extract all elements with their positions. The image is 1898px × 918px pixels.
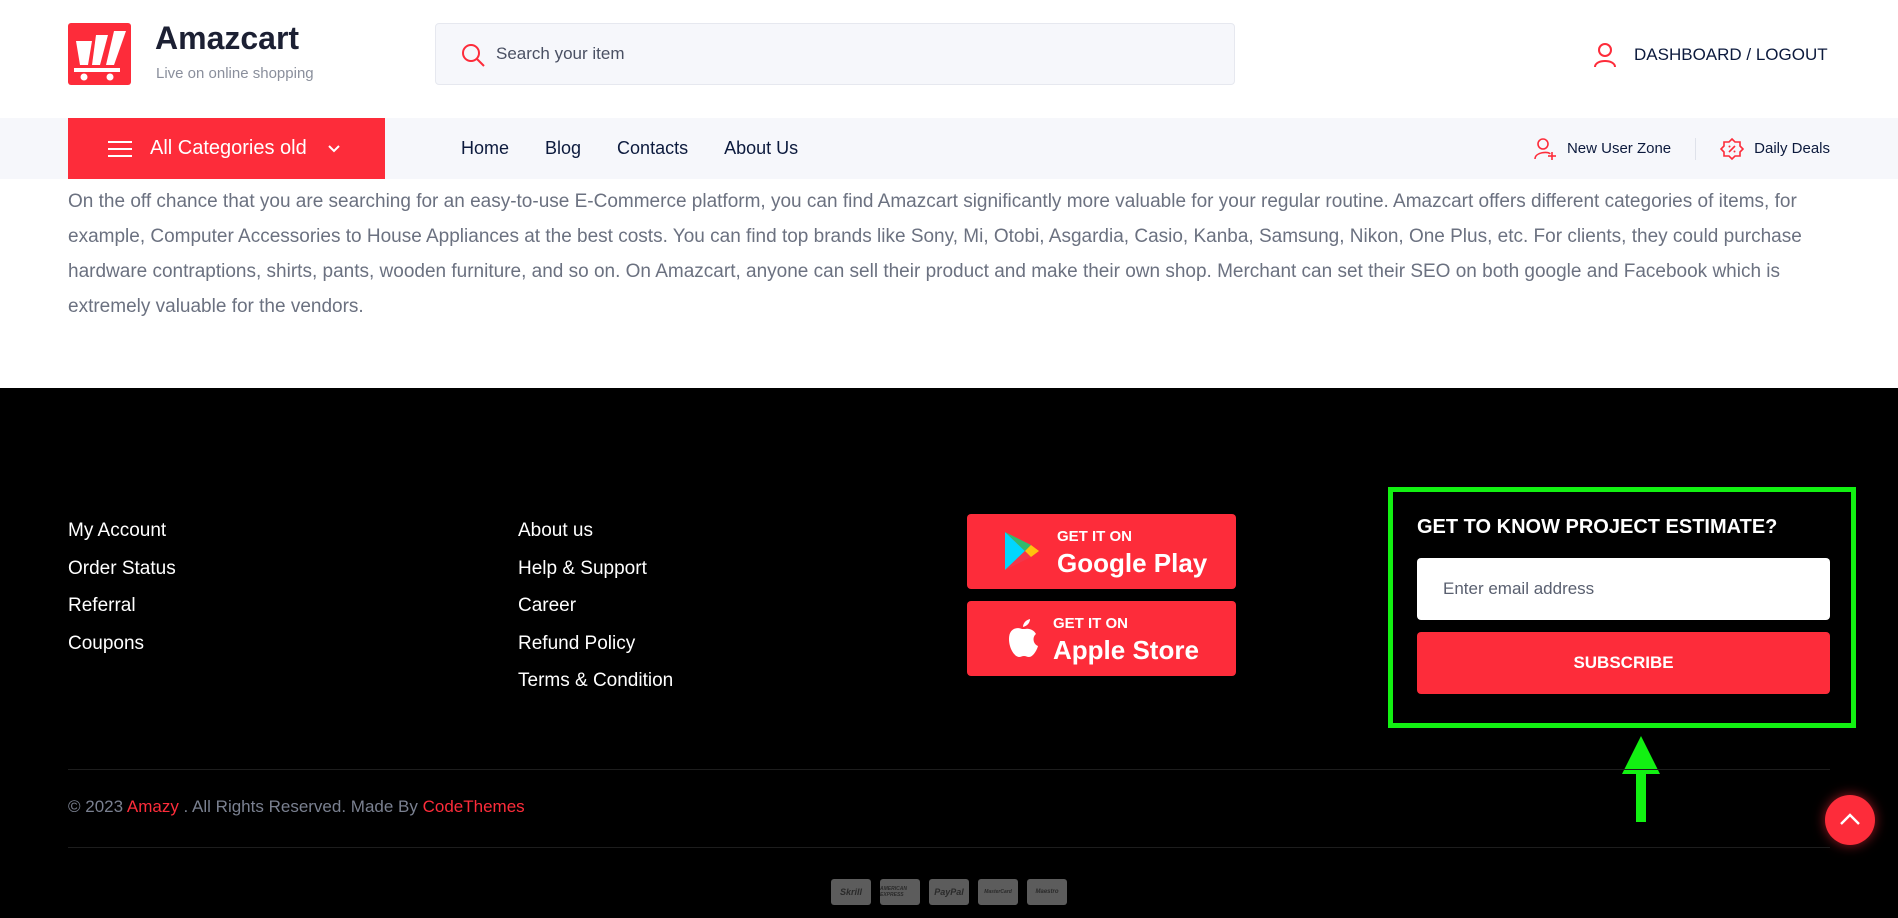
estimate-title: GET TO KNOW PROJECT ESTIMATE? <box>1417 516 1778 538</box>
google-play-small: GET IT ON <box>1057 528 1132 545</box>
footer-link-referral[interactable]: Referral <box>68 593 176 631</box>
nav-link-blog[interactable]: Blog <box>545 138 581 159</box>
nav-link-about-us[interactable]: About Us <box>724 138 798 159</box>
search-input[interactable] <box>496 24 1216 84</box>
chevron-down-icon <box>328 144 340 152</box>
menu-icon <box>108 140 132 157</box>
search-icon[interactable] <box>460 42 486 68</box>
google-play-big: Google Play <box>1057 548 1208 578</box>
nav-link-home[interactable]: Home <box>461 138 509 159</box>
payment-methods: Skrill AMERICAN EXPRESS PayPal MasterCar… <box>831 879 1076 905</box>
amex-logo: AMERICAN EXPRESS <box>880 879 920 905</box>
google-play-button[interactable]: GET IT ON Google Play <box>967 514 1236 589</box>
new-user-zone-link[interactable]: New User Zone <box>1533 137 1671 161</box>
arrow-up-icon <box>1622 736 1660 822</box>
footer-link-refund-policy[interactable]: Refund Policy <box>518 631 673 669</box>
google-play-icon <box>1005 532 1039 570</box>
mastercard-logo: MasterCard <box>978 879 1018 905</box>
maestro-logo: Maestro <box>1027 879 1067 905</box>
apple-icon <box>1009 619 1038 657</box>
footer-links-account: My Account Order Status Referral Coupons <box>68 518 176 668</box>
copyright-brand-link[interactable]: Amazy <box>127 797 179 816</box>
new-user-zone-label[interactable]: New User Zone <box>1567 140 1671 157</box>
footer-link-order-status[interactable]: Order Status <box>68 556 176 594</box>
skrill-logo: Skrill <box>831 879 871 905</box>
about-paragraph: On the off chance that you are searching… <box>68 191 1802 317</box>
account-link-label[interactable]: DASHBOARD / LOGOUT <box>1634 45 1828 65</box>
footer-divider <box>68 769 1830 770</box>
copyright: © 2023 Amazy . All Rights Reserved. Made… <box>68 797 525 817</box>
footer-divider-bottom <box>68 847 1830 848</box>
footer-link-my-account[interactable]: My Account <box>68 518 176 556</box>
daily-deals-link[interactable]: Daily Deals <box>1720 137 1830 161</box>
apple-store-small: GET IT ON <box>1053 615 1128 632</box>
subscribe-button[interactable]: SUBSCRIBE <box>1417 632 1830 694</box>
site-header: Amazcart Live on online shopping DASHBOA… <box>0 0 1898 118</box>
email-field[interactable] <box>1417 558 1830 620</box>
daily-deals-label[interactable]: Daily Deals <box>1754 140 1830 157</box>
main-nav: All Categories old Home Blog Contacts Ab… <box>0 118 1898 179</box>
search-bar <box>435 23 1235 85</box>
copyright-prefix: © 2023 <box>68 797 127 816</box>
user-icon <box>1594 43 1616 68</box>
logo-title[interactable]: Amazcart <box>155 20 299 57</box>
footer-link-career[interactable]: Career <box>518 593 673 631</box>
nav-right: New User Zone Daily Deals <box>1533 118 1830 179</box>
add-user-icon <box>1534 137 1556 160</box>
site-footer: My Account Order Status Referral Coupons… <box>0 388 1898 918</box>
apple-store-button[interactable]: GET IT ON Apple Store <box>967 601 1236 676</box>
nav-link-contacts[interactable]: Contacts <box>617 138 688 159</box>
logo-subtitle: Live on online shopping <box>156 65 314 82</box>
all-categories-button[interactable]: All Categories old <box>68 118 385 179</box>
apple-store-big: Apple Store <box>1053 635 1199 665</box>
nav-links: Home Blog Contacts About Us <box>461 118 834 179</box>
footer-link-coupons[interactable]: Coupons <box>68 631 176 669</box>
footer-link-about-us[interactable]: About us <box>518 518 673 556</box>
scroll-to-top-button[interactable] <box>1825 795 1875 845</box>
copyright-maker-link[interactable]: CodeThemes <box>423 797 525 816</box>
paypal-logo: PayPal <box>929 879 969 905</box>
badge-discount-icon <box>1720 137 1745 160</box>
chevron-up-icon <box>1840 813 1860 825</box>
logo-icon[interactable] <box>68 23 131 85</box>
nav-divider <box>1695 137 1697 160</box>
copyright-middle: . All Rights Reserved. Made By <box>178 797 423 816</box>
account-link[interactable]: DASHBOARD / LOGOUT <box>1592 42 1828 68</box>
footer-link-terms[interactable]: Terms & Condition <box>518 668 673 706</box>
project-estimate-form: GET TO KNOW PROJECT ESTIMATE? SUBSCRIBE <box>1388 487 1856 728</box>
all-categories-label: All Categories old <box>150 137 307 159</box>
footer-links-company: About us Help & Support Career Refund Po… <box>518 518 673 706</box>
footer-link-help-support[interactable]: Help & Support <box>518 556 673 594</box>
